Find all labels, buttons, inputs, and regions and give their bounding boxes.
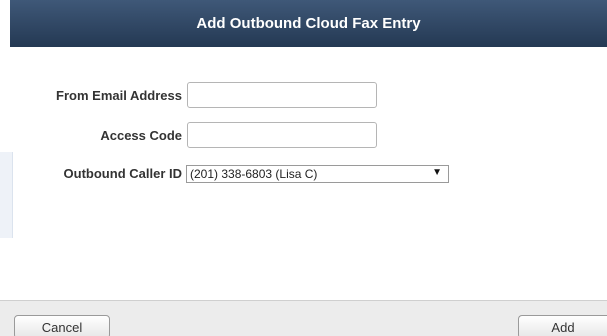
add-cloud-fax-dialog: Add Outbound Cloud Fax Entry From Email … — [0, 0, 607, 336]
access-code-row: Access Code — [0, 122, 607, 150]
dialog-title: Add Outbound Cloud Fax Entry — [196, 15, 421, 32]
access-code-label: Access Code — [100, 128, 182, 143]
from-email-label: From Email Address — [56, 88, 182, 103]
dialog-footer: Cancel Add — [0, 300, 607, 336]
from-email-row: From Email Address — [0, 82, 607, 110]
outbound-caller-id-value: (201) 338-6803 (Lisa C) — [190, 167, 318, 181]
outbound-caller-id-row: Outbound Caller ID (201) 338-6803 (Lisa … — [0, 162, 607, 190]
access-code-input[interactable] — [187, 122, 377, 148]
from-email-input[interactable] — [187, 82, 377, 108]
outbound-caller-id-select[interactable]: (201) 338-6803 (Lisa C) ▼ — [186, 165, 449, 183]
dropdown-triangle-icon: ▼ — [432, 167, 442, 178]
add-button[interactable]: Add — [518, 315, 607, 336]
dialog-title-bar: Add Outbound Cloud Fax Entry — [10, 0, 607, 47]
outbound-caller-id-label: Outbound Caller ID — [63, 166, 182, 181]
cancel-button[interactable]: Cancel — [14, 315, 110, 336]
